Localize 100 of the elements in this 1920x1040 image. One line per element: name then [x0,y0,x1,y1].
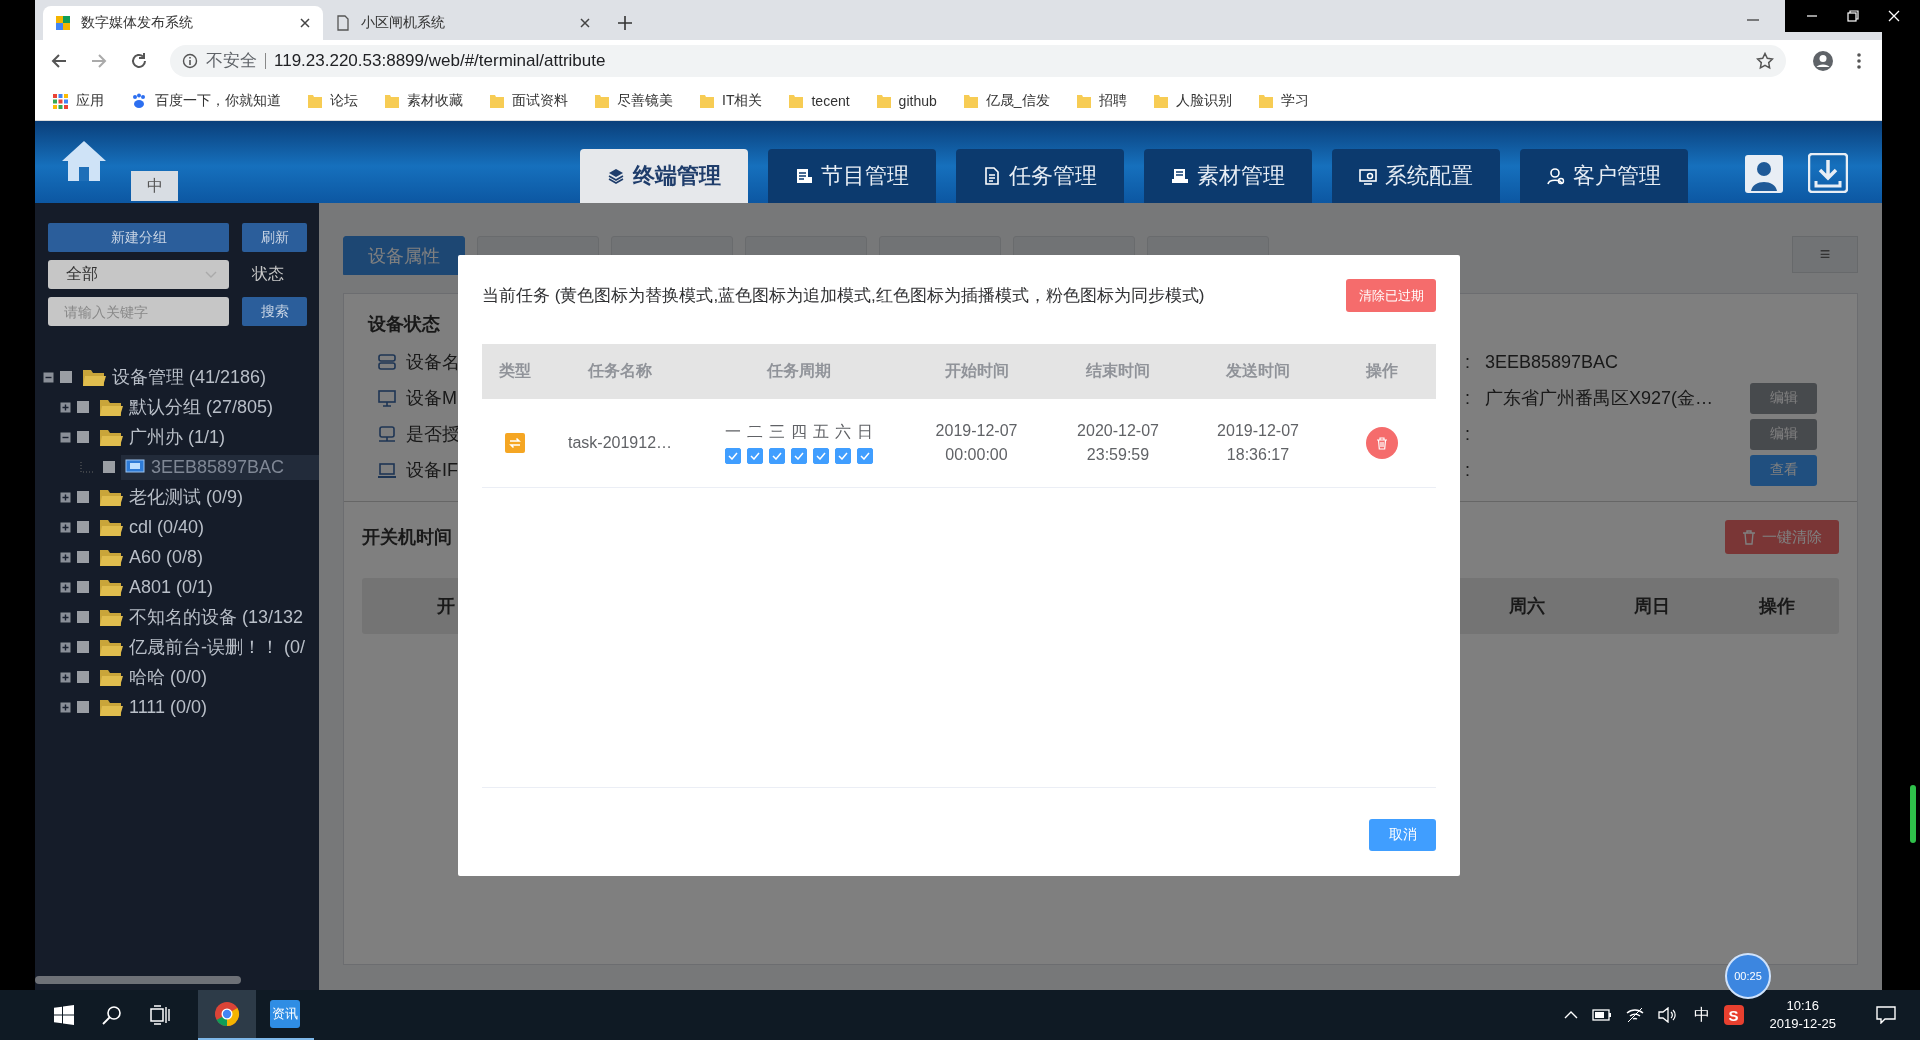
checkbox[interactable] [77,641,89,653]
browser-tab[interactable]: 数字媒体发布系统 [43,6,323,40]
windows-start-icon[interactable] [54,1005,74,1025]
bookmark[interactable]: 尽善镜美 [595,92,673,110]
bookmark[interactable]: IT相关 [700,92,763,110]
refresh-button[interactable]: 刷新 [242,223,307,252]
tree-item[interactable]: 哈哈 (0/0) [95,663,211,691]
checkbox[interactable] [834,448,851,464]
menu-icon[interactable] [1856,52,1862,70]
bookmark[interactable]: github [876,93,937,109]
close-icon[interactable] [299,17,311,29]
checkbox[interactable] [77,611,89,623]
expand-icon[interactable] [60,551,71,563]
checkbox[interactable] [856,448,873,464]
expand-icon[interactable] [60,521,71,533]
tree-item[interactable]: 1111 (0/0) [95,694,212,720]
expand-icon[interactable] [60,701,71,713]
delete-button[interactable] [1366,427,1398,459]
input-method-indicator[interactable]: 中 [1693,1004,1710,1026]
expand-icon[interactable] [60,671,71,683]
checkbox[interactable] [790,448,807,464]
back-icon[interactable] [50,52,68,70]
star-icon[interactable] [1756,52,1774,70]
collapse-icon[interactable] [43,371,54,383]
expand-icon[interactable] [60,401,71,413]
checkbox[interactable] [77,431,89,443]
checkbox[interactable] [77,521,89,533]
expand-icon[interactable] [60,491,71,503]
checkbox[interactable] [77,671,89,683]
checkbox[interactable] [77,581,89,593]
nav-tab[interactable]: 系统配置 [1332,149,1500,203]
tree-item[interactable]: 亿晟前台-误删！！ (0/ [95,633,309,661]
nav-tab[interactable]: 节目管理 [768,149,936,203]
reload-icon[interactable] [130,52,148,70]
checkbox[interactable] [77,401,89,413]
bookmark[interactable]: 百度一下，你就知道 [131,92,281,110]
bookmark[interactable]: 招聘 [1076,92,1127,110]
input-app-icon[interactable]: S [1723,1005,1744,1025]
bookmark[interactable]: 论坛 [308,92,358,110]
expand-icon[interactable] [60,581,71,593]
tree-item[interactable]: A801 (0/1) [95,574,218,600]
checkbox[interactable] [724,448,741,464]
wifi-icon[interactable] [1625,1007,1644,1023]
nav-tab[interactable]: 任务管理 [956,149,1124,203]
collapse-icon[interactable] [60,431,71,443]
account-icon[interactable] [1812,50,1834,72]
task-view-icon[interactable] [150,1005,170,1025]
clock[interactable]: 10:16 2019-12-25 [1769,997,1836,1033]
bookmark[interactable]: tecent [789,93,850,109]
keyword-field[interactable]: 请输入关键字 [48,297,229,326]
bookmark[interactable]: 亿晟_信发 [963,92,1050,110]
restore-icon[interactable] [1846,10,1859,22]
tree-item[interactable]: 广州办 (1/1) [95,423,229,451]
nav-tab[interactable]: 素材管理 [1144,149,1312,203]
checkbox[interactable] [77,701,89,713]
search-icon[interactable] [102,1005,122,1025]
checkbox[interactable] [103,461,115,473]
language-button[interactable]: 中 [131,171,178,201]
new-tab-icon[interactable] [617,15,633,31]
download-icon[interactable] [1808,153,1848,193]
home-icon[interactable] [60,139,108,183]
tree-item[interactable]: A60 (0/8) [95,544,208,570]
address-bar[interactable]: 不安全 119.23.220.53:8899/web/#/terminal/attribute [170,45,1786,77]
tree-item[interactable]: 默认分组 (27/805) [95,393,278,421]
bookmark[interactable]: 人脸识别 [1153,92,1232,110]
browser-taskbar-icon[interactable] [198,990,256,1040]
tree-item[interactable]: 不知名的设备 (13/132 [95,603,308,631]
expand-icon[interactable] [60,641,71,653]
browser-tab[interactable]: 小区闸机系统 [323,6,603,40]
checkbox[interactable] [77,551,89,563]
checkbox[interactable] [77,491,89,503]
scrollbar[interactable] [35,976,241,984]
nav-tab[interactable]: 客户管理 [1520,149,1688,203]
tree-item[interactable]: cdl (0/40) [95,514,209,540]
user-avatar-icon[interactable] [1745,155,1783,193]
tree-item[interactable]: 设备管理 (41/2186) [78,363,271,391]
bookmark[interactable]: 应用 [53,92,104,110]
checkbox[interactable] [768,448,785,464]
tree-item[interactable]: 3EEB85897BAC [121,454,319,480]
chevron-up-icon[interactable] [1563,1010,1578,1020]
checkbox[interactable] [746,448,763,464]
checkbox[interactable] [812,448,829,464]
new-group-button[interactable]: 新建分组 [48,223,229,252]
notification-icon[interactable] [1876,1006,1896,1024]
bookmark[interactable]: 面试资料 [490,92,568,110]
checkbox[interactable] [60,371,72,383]
battery-icon[interactable] [1591,1009,1612,1021]
volume-icon[interactable] [1657,1007,1676,1023]
bookmark[interactable]: 学习 [1258,92,1309,110]
weekday-label: 四 [790,422,807,442]
colon-text: : [1465,387,1470,408]
status-dropdown[interactable]: 全部 [48,260,229,289]
folder-icon [1258,93,1273,109]
tree-item[interactable]: 老化测试 (0/9) [95,483,247,511]
close-icon[interactable] [579,17,591,29]
expand-icon[interactable] [60,611,71,623]
nav-tab[interactable]: 终端管理 [580,149,748,203]
search-button[interactable]: 搜索 [242,297,307,326]
status-label: 状态 [251,264,284,284]
bookmark[interactable]: 素材收藏 [385,92,463,110]
